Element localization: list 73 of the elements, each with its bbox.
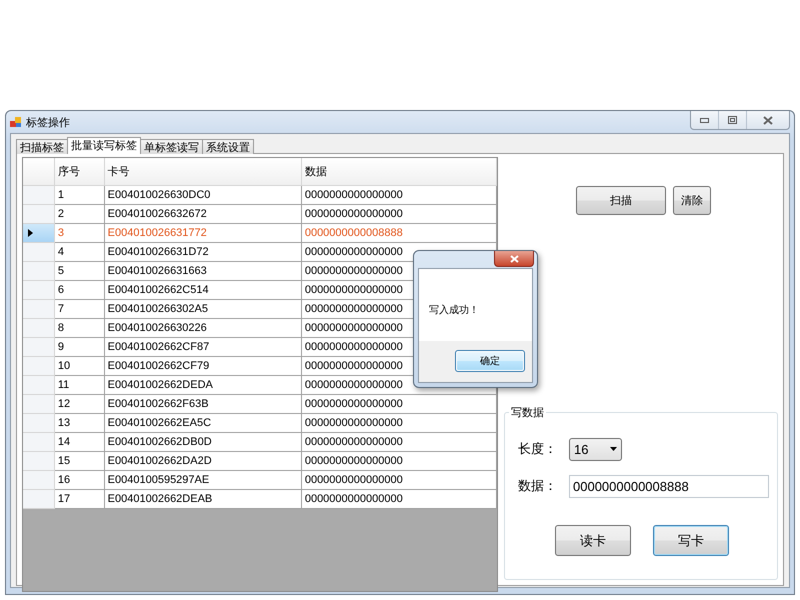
table-cell: 1 bbox=[54, 186, 105, 205]
table-cell: 10 bbox=[54, 357, 105, 376]
length-dropdown[interactable]: 16 bbox=[569, 438, 622, 460]
maximize-icon bbox=[728, 116, 737, 124]
table-cell: 0000000000000000 bbox=[302, 471, 497, 490]
app-icon bbox=[10, 116, 22, 128]
row-header[interactable] bbox=[23, 224, 55, 243]
table-cell: 3 bbox=[54, 224, 105, 243]
table-cell: 13 bbox=[54, 414, 105, 433]
table-cell: 5 bbox=[54, 262, 105, 281]
group-title: 写数据 bbox=[509, 405, 546, 420]
table-cell: 7 bbox=[54, 300, 105, 319]
table-cell: E00401002662DA2D bbox=[104, 452, 302, 471]
write-card-button[interactable]: 写卡 bbox=[653, 525, 729, 556]
table-cell: 2 bbox=[54, 205, 105, 224]
ok-button[interactable]: 确定 bbox=[455, 350, 525, 372]
table-cell: E004010026631663 bbox=[104, 262, 302, 281]
table-cell: E004010026632672 bbox=[104, 205, 302, 224]
table-cell: E004010026631772 bbox=[104, 224, 302, 243]
column-header[interactable]: 序号 bbox=[54, 158, 105, 186]
tab[interactable]: 单标签读写 bbox=[140, 139, 203, 154]
table-cell: E00401002662CF79 bbox=[104, 357, 302, 376]
table-cell: E00401002662CF87 bbox=[104, 338, 302, 357]
table-cell: 0000000000000000 bbox=[302, 186, 497, 205]
dropdown-arrow-icon bbox=[610, 447, 617, 451]
table-cell: E00401002662DEAB bbox=[104, 490, 302, 509]
table-cell: E004010026631D72 bbox=[104, 243, 302, 262]
table-cell: 17 bbox=[54, 490, 105, 509]
table-cell: 0000000000000000 bbox=[302, 395, 497, 414]
window-title: 标签操作 bbox=[26, 116, 70, 130]
dropdown-value: 16 bbox=[574, 442, 588, 456]
table-cell: 0000000000008888 bbox=[302, 224, 497, 243]
read-card-button[interactable]: 读卡 bbox=[555, 525, 631, 556]
table-cell: 16 bbox=[54, 471, 105, 490]
table-cell: 12 bbox=[54, 395, 105, 414]
table-cell: E004010026630DC0 bbox=[104, 186, 302, 205]
minimize-icon bbox=[700, 118, 709, 122]
column-header[interactable]: 数据 bbox=[302, 158, 497, 186]
column-header[interactable]: 卡号 bbox=[104, 158, 302, 186]
table-cell: 15 bbox=[54, 452, 105, 471]
table-cell: 14 bbox=[54, 433, 105, 452]
table-cell: E004010026630226 bbox=[104, 319, 302, 338]
tab[interactable]: 系统设置 bbox=[202, 139, 254, 154]
table-cell: 9 bbox=[54, 338, 105, 357]
scan-button[interactable]: 扫描 bbox=[576, 186, 666, 215]
field-label: 数据： bbox=[518, 477, 557, 495]
field-label: 长度： bbox=[518, 440, 557, 458]
table-cell: 0000000000000000 bbox=[302, 414, 497, 433]
table-cell: E00401002662C514 bbox=[104, 281, 302, 300]
table-cell: E00401002662DEDA bbox=[104, 376, 302, 395]
table-cell: 4 bbox=[54, 243, 105, 262]
grid-corner bbox=[23, 158, 55, 186]
dialog-message: 写入成功！ bbox=[429, 305, 479, 316]
table-cell: E0040100595297AE bbox=[104, 471, 302, 490]
tab[interactable]: 扫描标签 bbox=[16, 139, 68, 154]
tab[interactable]: 批量读写标签 bbox=[67, 137, 141, 154]
table-cell: E00401002662DB0D bbox=[104, 433, 302, 452]
close-button[interactable] bbox=[494, 251, 534, 267]
table-cell: 0000000000000000 bbox=[302, 452, 497, 471]
table-cell: 8 bbox=[54, 319, 105, 338]
table-cell: E0040100266302A5 bbox=[104, 300, 302, 319]
close-icon bbox=[510, 254, 518, 262]
data-input[interactable]: 0000000000008888 bbox=[569, 474, 769, 498]
table-cell: 0000000000000000 bbox=[302, 433, 497, 452]
table-cell: E00401002662EA5C bbox=[104, 414, 302, 433]
row-pointer-icon bbox=[28, 229, 33, 237]
clear-button[interactable]: 清除 bbox=[673, 186, 711, 215]
table-cell: 6 bbox=[54, 281, 105, 300]
table-cell: E00401002662F63B bbox=[104, 395, 302, 414]
table-cell: 0000000000000000 bbox=[302, 205, 497, 224]
table-cell: 11 bbox=[54, 376, 105, 395]
table-cell: 0000000000000000 bbox=[302, 490, 497, 509]
close-icon bbox=[763, 116, 773, 124]
